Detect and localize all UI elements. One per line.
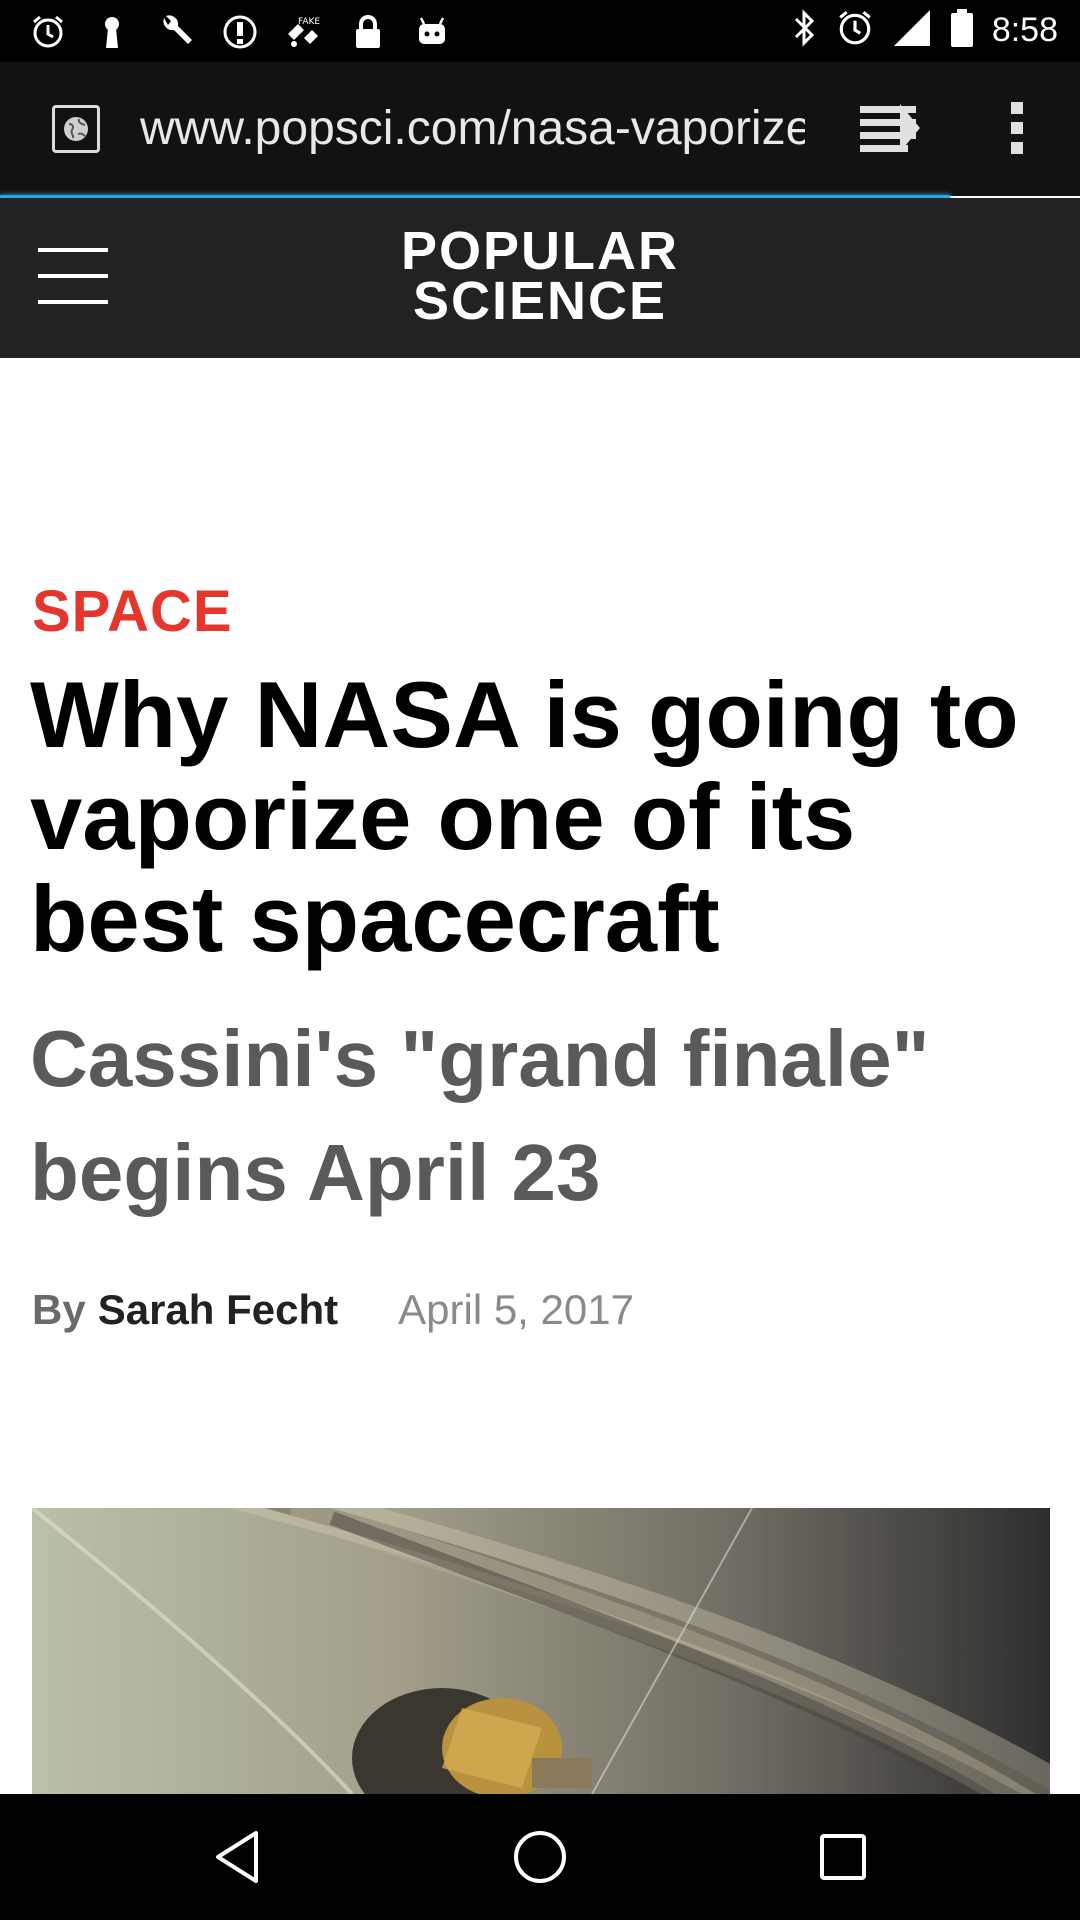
system-navigation-bar [0,1794,1080,1920]
byline: By Sarah Fecht April 5, 2017 [32,1286,634,1334]
info-circle-icon [220,12,260,52]
publish-date: April 5, 2017 [398,1286,634,1333]
svg-text:FAKE: FAKE [298,17,320,27]
overflow-menu-icon[interactable] [1000,98,1034,158]
back-triangle-icon[interactable] [204,1824,270,1890]
article-subhead: Cassini's "grand finale" begins April 23 [30,1014,930,1217]
site-logo[interactable]: POPULAR SCIENCE [0,221,1080,331]
lock-icon [348,12,388,52]
alarm-icon [836,9,874,52]
clock: 8:58 [991,11,1058,49]
site-header: POPULAR SCIENCE [0,198,1080,358]
status-bar: FAKE 8:58 [0,0,1080,62]
android-icon [412,12,452,52]
article-category[interactable]: SPACE [32,578,233,645]
hero-image[interactable] [32,1508,1050,1794]
byline-prefix: By [32,1286,86,1333]
wrench-icon [156,12,196,52]
fake-gps-icon: FAKE [284,12,324,52]
logo-line2: SCIENCE [412,271,668,331]
alarm-icon [28,12,68,52]
home-circle-icon[interactable] [507,1824,573,1890]
url-bar[interactable]: www.popsci.com/nasa-vaporize [140,98,805,160]
reader-mode-icon[interactable] [856,98,926,158]
recents-square-icon[interactable] [810,1824,876,1890]
globe-page-icon[interactable] [52,105,100,153]
logo-line1: POPULAR [400,221,679,281]
browser-toolbar: www.popsci.com/nasa-vaporize [0,62,1080,196]
bluetooth-icon [792,8,818,53]
keyhole-icon [92,12,132,52]
author-name[interactable]: Sarah Fecht [98,1286,338,1334]
article-headline: Why NASA is going to vaporize one of its… [30,662,1019,971]
battery-icon [950,8,974,53]
signal-icon [892,8,932,53]
